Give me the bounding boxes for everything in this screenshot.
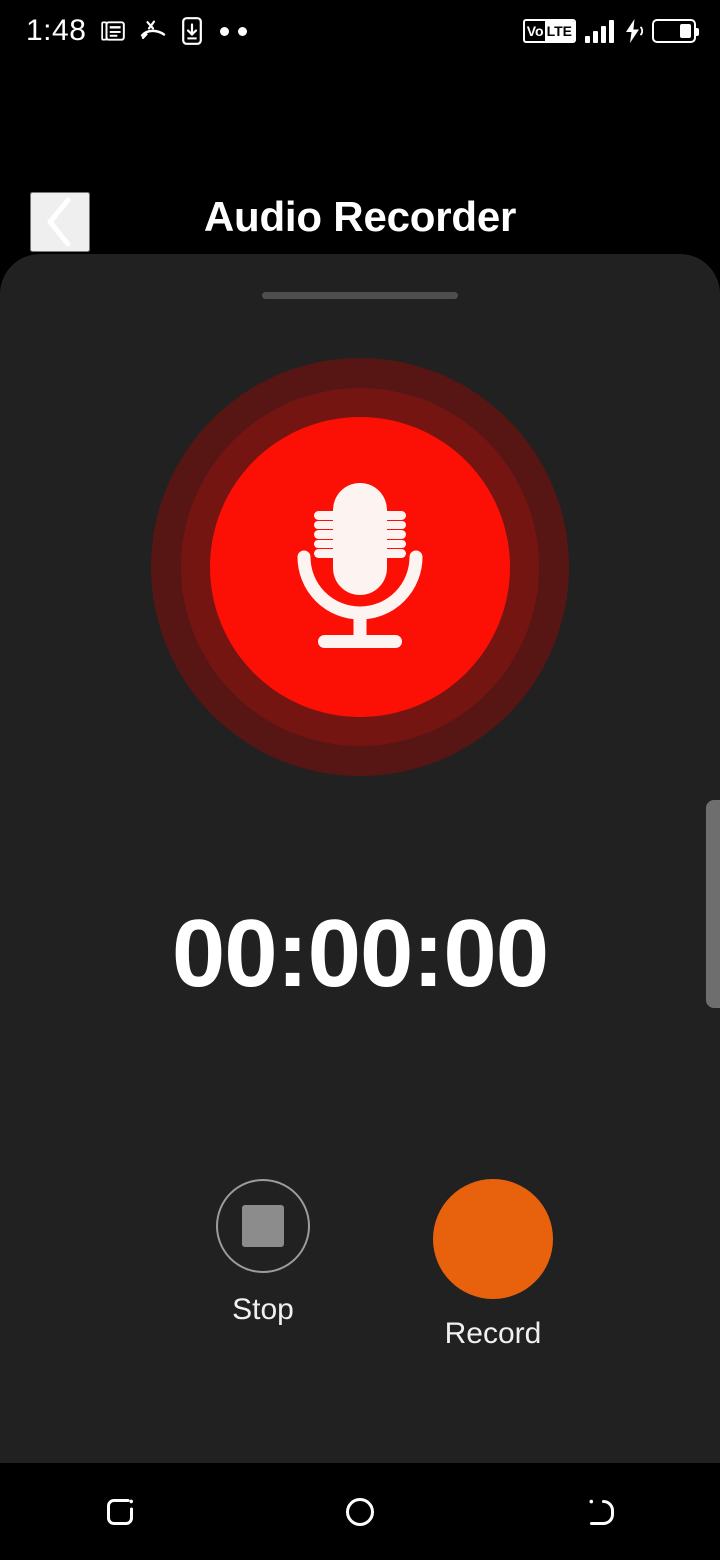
drag-handle[interactable] (262, 292, 458, 299)
volte-prefix: Vo (526, 23, 544, 39)
recents-icon[interactable] (60, 1463, 180, 1560)
elapsed-timer: 00:00:00 (171, 900, 549, 1007)
app-bar: Audio Recorder (0, 62, 720, 254)
stop-control: Stop (170, 1179, 356, 1325)
news-document-icon (101, 21, 126, 41)
volte-suffix: LTE (544, 21, 574, 41)
battery-icon (652, 19, 699, 43)
mic-pulse-group (151, 358, 569, 776)
more-dots-icon (220, 26, 248, 36)
microphone-button[interactable] (210, 417, 510, 717)
record-button[interactable] (433, 1179, 553, 1299)
missed-call-icon (141, 20, 166, 39)
stop-label: Stop (232, 1293, 294, 1326)
status-bar-left: 1:48 (26, 14, 248, 47)
transport-controls: Stop Record (0, 1179, 720, 1349)
recents-glyph-icon (107, 1498, 133, 1525)
signal-bars-icon (585, 19, 614, 43)
vertical-scrollbar[interactable] (706, 800, 720, 1008)
record-label: Record (444, 1317, 542, 1350)
phone-screen: 1:48 Vo LTE Audio Recorder 00:00:00 Stop… (0, 0, 720, 1560)
volte-icon: Vo LTE (522, 19, 576, 43)
stop-button[interactable] (216, 1179, 310, 1273)
home-icon[interactable] (300, 1463, 420, 1560)
recorder-sheet: 00:00:00 Stop Record (0, 254, 720, 1463)
status-bar: 1:48 Vo LTE (0, 0, 720, 62)
back-icon[interactable] (540, 1463, 660, 1560)
microphone-icon (297, 483, 423, 648)
system-nav-bar (0, 1463, 720, 1560)
status-clock: 1:48 (26, 14, 87, 47)
charging-bolt-icon (626, 19, 643, 43)
battery-level (680, 24, 691, 38)
phone-download-icon (182, 17, 203, 45)
status-bar-right: Vo LTE (522, 18, 699, 44)
page-title: Audio Recorder (203, 193, 517, 240)
record-control: Record (400, 1179, 586, 1349)
home-circle-icon (346, 1497, 374, 1526)
stop-square-icon (242, 1205, 284, 1247)
back-glyph-icon (589, 1499, 614, 1525)
